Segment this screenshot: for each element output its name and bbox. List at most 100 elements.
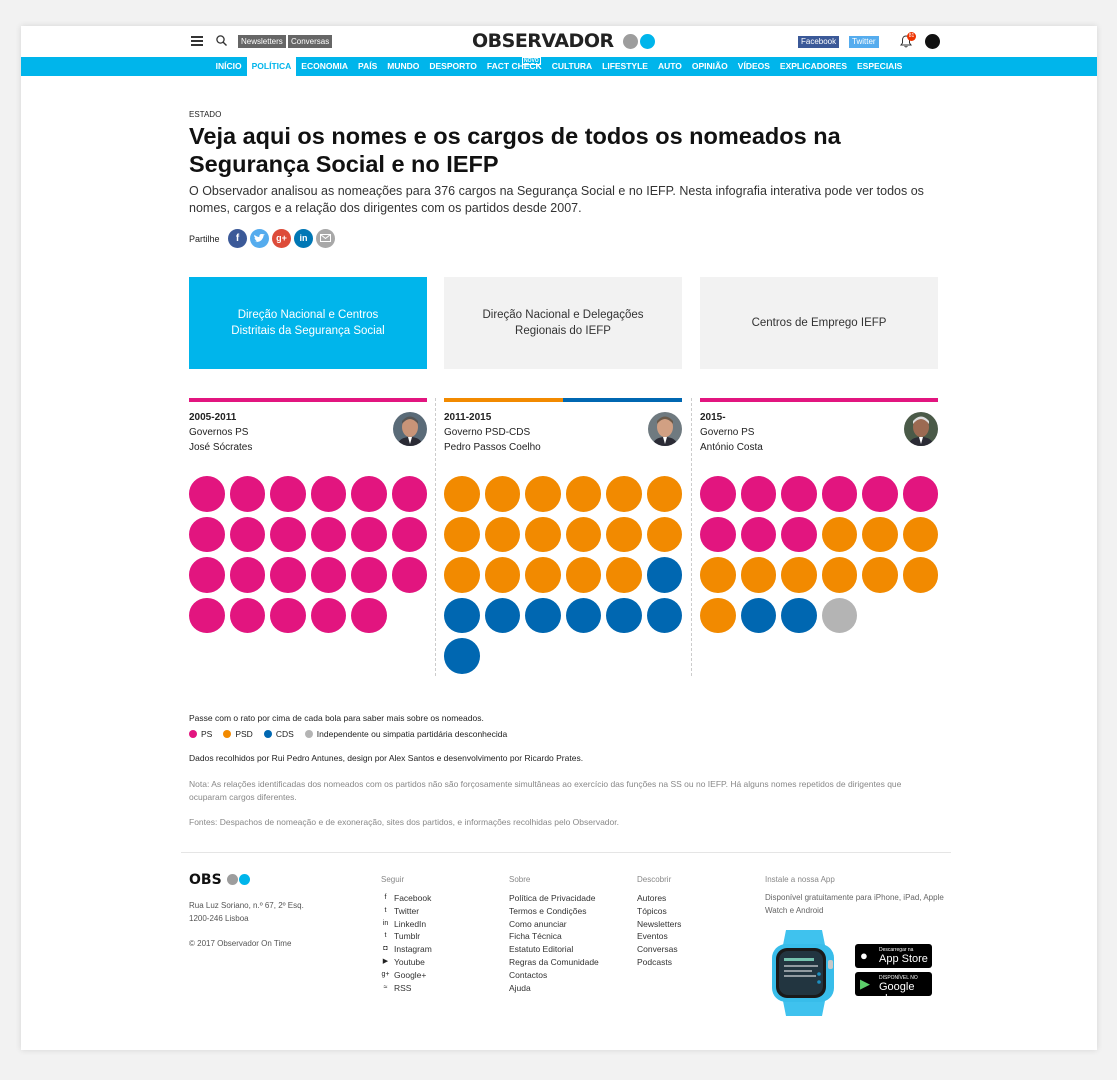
nominee-ball[interactable]	[484, 557, 520, 593]
social-link[interactable]: in LinkedIn	[381, 918, 432, 931]
nominee-ball[interactable]	[351, 476, 387, 512]
nominee-ball[interactable]	[781, 597, 817, 633]
nominee-ball[interactable]	[310, 597, 346, 633]
nominee-ball[interactable]	[310, 516, 346, 552]
nominee-ball[interactable]	[270, 476, 306, 512]
google-plus-share-icon[interactable]: g+	[272, 229, 291, 248]
linkedin-share-icon[interactable]: in	[294, 229, 313, 248]
footer-link[interactable]: Termos e Condições	[509, 905, 599, 918]
nominee-ball[interactable]	[902, 476, 938, 512]
footer-link[interactable]: Newsletters	[637, 918, 681, 931]
nominee-ball[interactable]	[189, 597, 225, 633]
nav-item[interactable]: POLÍTICA	[246, 57, 297, 76]
nav-item[interactable]: EXPLICADORES	[775, 57, 852, 76]
section-tab[interactable]: Direção Nacional e Centros Distritais da…	[189, 277, 427, 369]
nominee-ball[interactable]	[862, 476, 898, 512]
site-logo[interactable]: OBSERVADOR	[472, 30, 614, 52]
search-icon[interactable]	[216, 35, 227, 46]
nominee-ball[interactable]	[310, 476, 346, 512]
nominee-ball[interactable]	[310, 557, 346, 593]
nominee-ball[interactable]	[646, 476, 682, 512]
nominee-ball[interactable]	[525, 476, 561, 512]
nominee-ball[interactable]	[229, 597, 265, 633]
nav-item[interactable]: LIFESTYLE	[597, 57, 653, 76]
nav-item[interactable]: ECONOMIA	[296, 57, 353, 76]
nominee-ball[interactable]	[821, 597, 857, 633]
nominee-ball[interactable]	[740, 516, 776, 552]
twitter-share-icon[interactable]	[250, 229, 269, 248]
nominee-ball[interactable]	[740, 597, 776, 633]
nominee-ball[interactable]	[565, 476, 601, 512]
footer-link[interactable]: Ajuda	[509, 982, 599, 995]
footer-link[interactable]: Regras da Comunidade	[509, 956, 599, 969]
nominee-ball[interactable]	[740, 476, 776, 512]
conversas-button[interactable]: Conversas	[288, 35, 333, 48]
user-avatar[interactable]	[925, 34, 940, 49]
footer-link[interactable]: Ficha Técnica	[509, 930, 599, 943]
nominee-ball[interactable]	[821, 516, 857, 552]
facebook-share-icon[interactable]: f	[228, 229, 247, 248]
nominee-ball[interactable]	[391, 476, 427, 512]
nominee-ball[interactable]	[606, 597, 642, 633]
footer-link[interactable]: Política de Privacidade	[509, 892, 599, 905]
footer-link[interactable]: Conversas	[637, 943, 681, 956]
nominee-ball[interactable]	[270, 597, 306, 633]
nominee-ball[interactable]	[781, 557, 817, 593]
nominee-ball[interactable]	[646, 597, 682, 633]
nav-item[interactable]: PAÍS	[353, 57, 382, 76]
article-kicker[interactable]: ESTADO	[189, 110, 221, 119]
nominee-ball[interactable]	[229, 476, 265, 512]
nav-item[interactable]: OPINIÃO	[687, 57, 733, 76]
nominee-ball[interactable]	[270, 557, 306, 593]
footer-link[interactable]: Eventos	[637, 930, 681, 943]
nav-item[interactable]: AUTO	[653, 57, 687, 76]
nominee-ball[interactable]	[862, 516, 898, 552]
nominee-ball[interactable]	[484, 597, 520, 633]
menu-icon[interactable]	[191, 36, 203, 46]
social-link[interactable]: g+ Google+	[381, 969, 432, 982]
footer-link[interactable]: Tópicos	[637, 905, 681, 918]
nominee-ball[interactable]	[646, 516, 682, 552]
nominee-ball[interactable]	[565, 597, 601, 633]
social-link[interactable]: ▶ Youtube	[381, 956, 432, 969]
newsletters-button[interactable]: Newsletters	[238, 35, 286, 48]
nominee-ball[interactable]	[229, 557, 265, 593]
nominee-ball[interactable]	[525, 557, 561, 593]
section-tab[interactable]: Centros de Emprego IEFP	[700, 277, 938, 369]
footer-link[interactable]: Autores	[637, 892, 681, 905]
nav-item[interactable]: INÍCIO	[211, 57, 247, 76]
social-link[interactable]: f Facebook	[381, 892, 432, 905]
nominee-ball[interactable]	[700, 516, 736, 552]
nominee-ball[interactable]	[821, 557, 857, 593]
nav-item[interactable]: MUNDO	[382, 57, 424, 76]
footer-link[interactable]: Podcasts	[637, 956, 681, 969]
social-link[interactable]: t Tumblr	[381, 930, 432, 943]
nominee-ball[interactable]	[444, 597, 480, 633]
nominee-ball[interactable]	[444, 516, 480, 552]
social-link[interactable]: ≈ RSS	[381, 982, 432, 995]
nominee-ball[interactable]	[270, 516, 306, 552]
nav-item[interactable]: VÍDEOS	[733, 57, 775, 76]
footer-link[interactable]: Contactos	[509, 969, 599, 982]
nominee-ball[interactable]	[606, 557, 642, 593]
nav-item[interactable]: FACT CHECK NOVO	[482, 57, 547, 76]
nominee-ball[interactable]	[740, 557, 776, 593]
nominee-ball[interactable]	[781, 516, 817, 552]
nominee-ball[interactable]	[565, 516, 601, 552]
nav-item[interactable]: ESPECIAIS	[852, 57, 907, 76]
nominee-ball[interactable]	[444, 638, 480, 674]
nominee-ball[interactable]	[902, 516, 938, 552]
email-share-icon[interactable]	[316, 229, 335, 248]
nominee-ball[interactable]	[700, 597, 736, 633]
nominee-ball[interactable]	[391, 557, 427, 593]
facebook-button[interactable]: Facebook	[798, 36, 840, 48]
nominee-ball[interactable]	[351, 516, 387, 552]
footer-link[interactable]: Estatuto Editorial	[509, 943, 599, 956]
nominee-ball[interactable]	[525, 597, 561, 633]
nominee-ball[interactable]	[444, 476, 480, 512]
nominee-ball[interactable]	[444, 557, 480, 593]
footer-logo[interactable]: OBS	[189, 872, 222, 888]
nominee-ball[interactable]	[781, 476, 817, 512]
nominee-ball[interactable]	[700, 476, 736, 512]
nominee-ball[interactable]	[189, 476, 225, 512]
